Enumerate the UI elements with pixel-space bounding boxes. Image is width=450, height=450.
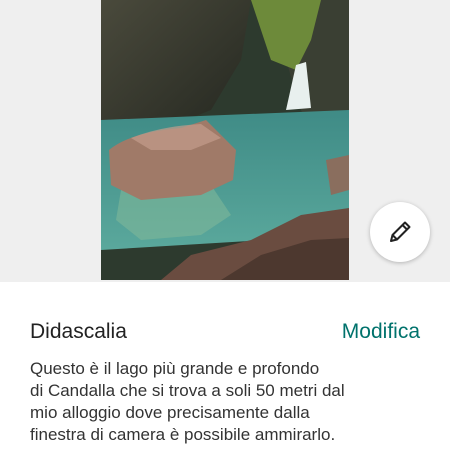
pencil-icon: [390, 221, 411, 242]
listing-photo[interactable]: [101, 0, 349, 280]
waterfall-lake-image: [101, 0, 349, 280]
edit-photo-button[interactable]: [370, 202, 430, 262]
caption-line: di Candalla che si trova a soli 50 metri…: [30, 381, 345, 400]
edit-caption-link[interactable]: Modifica: [342, 320, 420, 344]
caption-line: finestra di camera è possibile ammirarlo…: [30, 425, 336, 444]
photo-area: [0, 0, 450, 282]
caption-section: Didascalia Modifica Questo è il lago più…: [0, 282, 450, 450]
caption-line: Questo è il lago più grande e profondo: [30, 359, 320, 378]
caption-line: mio alloggio dove precisamente dalla: [30, 403, 310, 422]
caption-title: Didascalia: [30, 320, 127, 343]
caption-text: Questo è il lago più grande e profondo d…: [30, 358, 420, 446]
